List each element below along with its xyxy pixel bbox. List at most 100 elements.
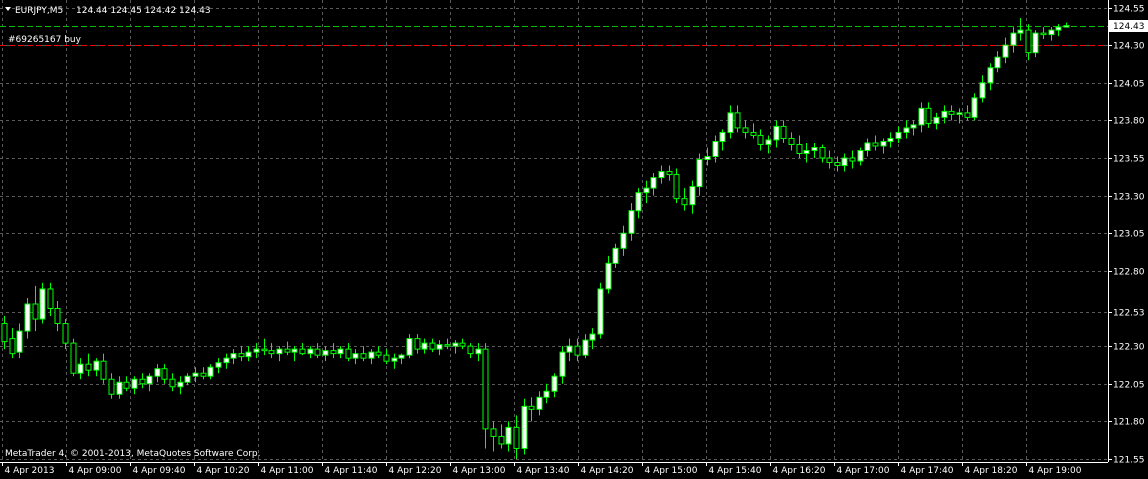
- x-tick-label: 4 Apr 18:20: [965, 466, 1018, 476]
- candle-body: [253, 348, 260, 353]
- candle-body: [948, 110, 955, 115]
- order-label[interactable]: #69265167 buy: [8, 35, 82, 45]
- candle-body: [414, 338, 421, 350]
- candle-body: [459, 342, 466, 347]
- candle-body: [666, 171, 673, 176]
- candle-body: [54, 308, 61, 325]
- candle-body: [750, 131, 757, 136]
- candle-body: [987, 67, 994, 84]
- y-tick-label: 122.05: [1113, 381, 1145, 391]
- candle-body: [429, 342, 436, 350]
- candle-body: [903, 127, 910, 133]
- candle-body: [834, 162, 841, 167]
- candle: [597, 282, 604, 339]
- candle-body: [826, 157, 833, 164]
- candle-body: [643, 187, 650, 194]
- x-tick-label: 4 Apr 2013: [5, 466, 55, 476]
- y-tick-label: 121.80: [1113, 418, 1145, 428]
- candle-body: [964, 112, 971, 118]
- candle-body: [628, 210, 635, 234]
- candle-body: [100, 360, 107, 380]
- y-tick-label: 124.05: [1113, 80, 1145, 90]
- x-tick-label: 4 Apr 17:00: [837, 466, 890, 476]
- candle-body: [70, 342, 77, 374]
- candle-body: [322, 350, 329, 356]
- y-tick-label: 123.05: [1113, 230, 1145, 240]
- candle-body: [872, 142, 879, 147]
- candle-body: [1017, 29, 1024, 34]
- candle-body: [154, 368, 161, 377]
- current-price-text: 124.43: [1113, 22, 1145, 32]
- candle-body: [406, 338, 413, 356]
- candle-body: [192, 372, 199, 377]
- candle-body: [161, 368, 168, 380]
- candle-body: [93, 360, 100, 371]
- candle-body: [1055, 26, 1062, 31]
- candle-body: [689, 186, 696, 206]
- candle-body: [773, 125, 780, 141]
- y-tick-label: 122.80: [1113, 268, 1145, 278]
- x-tick-label: 4 Apr 11:40: [325, 466, 378, 476]
- chart-header[interactable]: EURJPY,M5 124.44 124.45 124.42 124.43: [5, 6, 211, 16]
- candle-body: [528, 405, 535, 410]
- candle-body: [910, 124, 917, 129]
- y-tick-label: 121.55: [1113, 456, 1145, 466]
- candle-body: [788, 137, 795, 145]
- candle-body: [582, 339, 589, 356]
- candle-body: [276, 348, 283, 355]
- x-ticks: 4 Apr 2013 4 Apr 09:00 4 Apr 09:40 4 Apr 10…: [2, 462, 1082, 476]
- candle-body: [131, 378, 138, 389]
- candle-body: [505, 426, 512, 445]
- candle-body: [200, 372, 207, 377]
- y-tick-label: 122.30: [1113, 343, 1145, 353]
- candle-body: [1048, 29, 1055, 36]
- y-tick-label: 123.55: [1113, 155, 1145, 165]
- candle-body: [620, 232, 627, 249]
- candle-body: [803, 149, 810, 154]
- candle-body: [383, 354, 390, 362]
- candle-body: [941, 110, 948, 118]
- candle-body: [47, 288, 54, 310]
- y-tick-label: 123.80: [1113, 117, 1145, 127]
- candle-body: [1040, 32, 1047, 36]
- candle: [521, 398, 528, 455]
- candle-body: [551, 375, 558, 392]
- candle-body: [16, 330, 23, 353]
- y-ticks: 124.55 124.30 124.05 123.80 123.55 123.30 123.…: [1108, 5, 1145, 466]
- current-price-marker: 124.43: [1109, 20, 1148, 32]
- candle-body: [184, 375, 191, 383]
- candle-body: [39, 288, 46, 320]
- candle-body: [230, 353, 237, 359]
- x-tick-label: 4 Apr 15:40: [709, 466, 762, 476]
- chart-canvas[interactable]: 124.55 124.30 124.05 123.80 123.55 123.30 123.…: [0, 0, 1148, 479]
- candle-body: [123, 381, 130, 389]
- candle-body: [681, 198, 688, 206]
- candle-body: [139, 378, 146, 385]
- candle-body: [421, 342, 428, 350]
- candle-body: [24, 303, 31, 332]
- candle-body: [475, 348, 482, 355]
- x-tick-label: 4 Apr 13:40: [517, 466, 570, 476]
- candle-body: [566, 345, 573, 353]
- candle-body: [704, 156, 711, 161]
- candle-body: [719, 131, 726, 142]
- x-tick-label: 4 Apr 09:00: [69, 466, 122, 476]
- candle-body: [559, 351, 566, 377]
- candle: [70, 338, 77, 377]
- candle-body: [436, 344, 443, 350]
- candle-body: [177, 381, 184, 388]
- y-tick-label: 122.53: [1113, 309, 1145, 319]
- candle-body: [291, 348, 298, 353]
- candle-body: [658, 171, 665, 179]
- candle-body: [780, 125, 787, 139]
- candle-body: [650, 177, 657, 189]
- candle-body: [467, 345, 474, 355]
- candle-body: [444, 344, 451, 347]
- candle-body: [605, 262, 612, 290]
- candle-body: [330, 350, 337, 355]
- candle-body: [727, 112, 734, 133]
- candle-body: [85, 363, 92, 371]
- candle-body: [32, 303, 39, 320]
- y-tick-label: 124.55: [1113, 5, 1145, 15]
- candle-body: [1, 323, 8, 343]
